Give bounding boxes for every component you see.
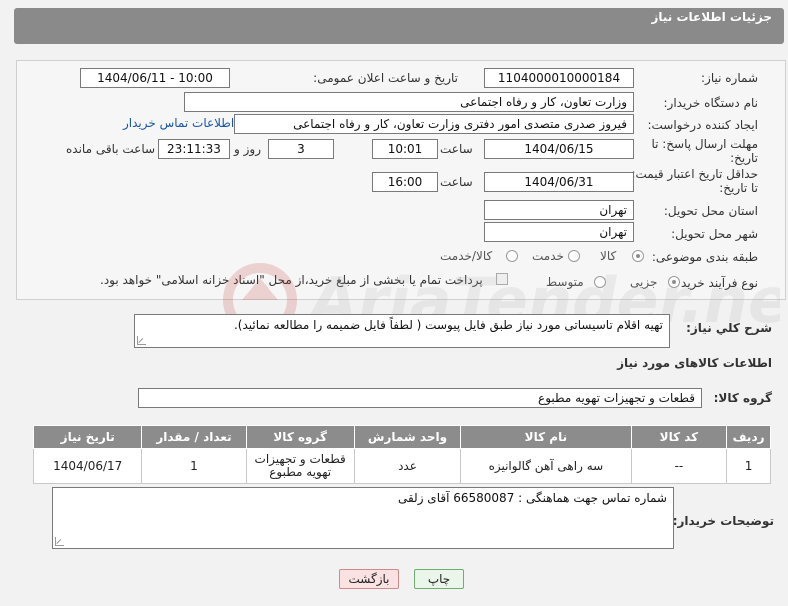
city-label: شهر محل تحویل:	[671, 227, 758, 241]
category-option-service: خدمت	[532, 249, 564, 263]
category-option-goods-service: کالا/خدمت	[440, 249, 493, 263]
category-option-goods: کالا	[600, 249, 617, 263]
description-text: تهیه اقلام تاسیساتی مورد نیاز طبق فایل پ…	[233, 318, 663, 332]
goods-section-title: اطلاعات کالاهای مورد نیاز	[617, 356, 772, 370]
goods-group-label: گروه کالا:	[713, 391, 772, 405]
process-option-minor: جزیی	[630, 275, 658, 289]
resize-grip-icon[interactable]	[55, 537, 64, 546]
resize-grip-icon[interactable]	[137, 336, 146, 345]
treasury-payment-checkbox[interactable]	[496, 273, 508, 285]
province-field: تهران	[484, 200, 634, 220]
cell-index: 1	[726, 448, 771, 484]
announce-datetime-label: تاریخ و ساعت اعلان عمومی:	[313, 71, 458, 85]
price-validity-time-label: ساعت	[440, 175, 473, 189]
col-qty: تعداد / مقدار	[141, 425, 247, 449]
province-label: استان محل تحویل:	[663, 204, 758, 218]
category-label: طبقه بندی موضوعی:	[651, 250, 758, 264]
buyer-contact-link[interactable]: اطلاعات تماس خریدار	[123, 116, 234, 130]
remaining-time-label: ساعت باقی مانده	[66, 142, 156, 156]
cell-unit: عدد	[353, 448, 462, 484]
category-radio-service[interactable]	[568, 250, 580, 262]
category-radio-goods-service[interactable]	[506, 250, 518, 262]
city-field: تهران	[484, 222, 634, 242]
process-label: نوع فرآیند خرید :	[673, 276, 758, 290]
buyer-notes-text: شماره تماس جهت هماهنگی : 66580087 آقای ز…	[397, 491, 667, 505]
price-validity-date-label: تا تاریخ:	[719, 181, 758, 195]
remaining-time-field: 23:11:33	[158, 139, 230, 159]
requester-field: فیروز صدری متصدی امور دفتری وزارت تعاون،…	[234, 114, 634, 134]
days-remaining-field: 3	[268, 139, 334, 159]
buyer-notes-label: توضیحات خریدار:	[672, 514, 774, 528]
cell-code: --	[630, 448, 728, 484]
col-group: گروه کالا	[245, 425, 355, 449]
description-textarea[interactable]: تهیه اقلام تاسیساتی مورد نیاز طبق فایل پ…	[134, 314, 670, 348]
treasury-payment-note: پرداخت تمام یا بخشی از مبلغ خرید،از محل …	[100, 273, 483, 287]
days-label: روز و	[234, 142, 261, 156]
deadline-time-field: 10:01	[372, 139, 438, 159]
announce-datetime-field: 1404/06/11 - 10:00	[80, 68, 230, 88]
cell-qty: 1	[141, 448, 247, 484]
col-code: کد کالا	[630, 425, 728, 449]
page-title: جزئیات اطلاعات نیاز	[651, 10, 772, 24]
description-label: شرح كلي نياز:	[686, 321, 772, 335]
price-validity-label: حداقل تاریخ اعتبار قیمت:	[631, 167, 758, 181]
back-button[interactable]: بازگشت	[339, 569, 399, 589]
col-unit: واحد شمارش	[353, 425, 462, 449]
print-button[interactable]: چاپ	[414, 569, 464, 589]
process-radio-minor[interactable]	[668, 276, 680, 288]
col-name: نام کالا	[460, 425, 632, 449]
price-validity-date-field: 1404/06/31	[484, 172, 634, 192]
deadline-date-label: تاریخ:	[730, 151, 758, 165]
process-option-medium: متوسط	[546, 275, 584, 289]
buyer-org-label: نام دستگاه خریدار:	[663, 96, 759, 110]
need-number-field: 1104000010000184	[484, 68, 634, 88]
deadline-label: مهلت ارسال پاسخ: تا	[651, 137, 758, 151]
goods-table: ردیف کد کالا نام کالا واحد شمارش گروه کا…	[32, 425, 771, 484]
cell-group: قطعات و تجهیزات تهویه مطبوع	[245, 448, 355, 484]
deadline-time-label: ساعت	[440, 142, 473, 156]
need-number-label: شماره نیاز:	[701, 71, 758, 85]
buyer-notes-textarea[interactable]: شماره تماس جهت هماهنگی : 66580087 آقای ز…	[52, 487, 674, 549]
cell-date: 1404/06/17	[32, 448, 143, 484]
buyer-org-field: وزارت تعاون، کار و رفاه اجتماعی	[184, 92, 634, 112]
col-index: ردیف	[726, 425, 771, 449]
process-radio-medium[interactable]	[594, 276, 606, 288]
col-date: تاریخ نیاز	[32, 425, 143, 449]
table-row[interactable]: 1 -- سه راهی آهن گالوانیزه عدد قطعات و ت…	[32, 448, 771, 484]
price-validity-time-field: 16:00	[372, 172, 438, 192]
category-radio-goods[interactable]	[632, 250, 644, 262]
requester-label: ایجاد کننده درخواست:	[647, 118, 758, 132]
goods-group-field: قطعات و تجهیزات تهویه مطبوع	[138, 388, 702, 408]
goods-table-header: ردیف کد کالا نام کالا واحد شمارش گروه کا…	[32, 425, 771, 449]
cell-name: سه راهی آهن گالوانیزه	[460, 448, 632, 484]
deadline-date-field: 1404/06/15	[484, 139, 634, 159]
